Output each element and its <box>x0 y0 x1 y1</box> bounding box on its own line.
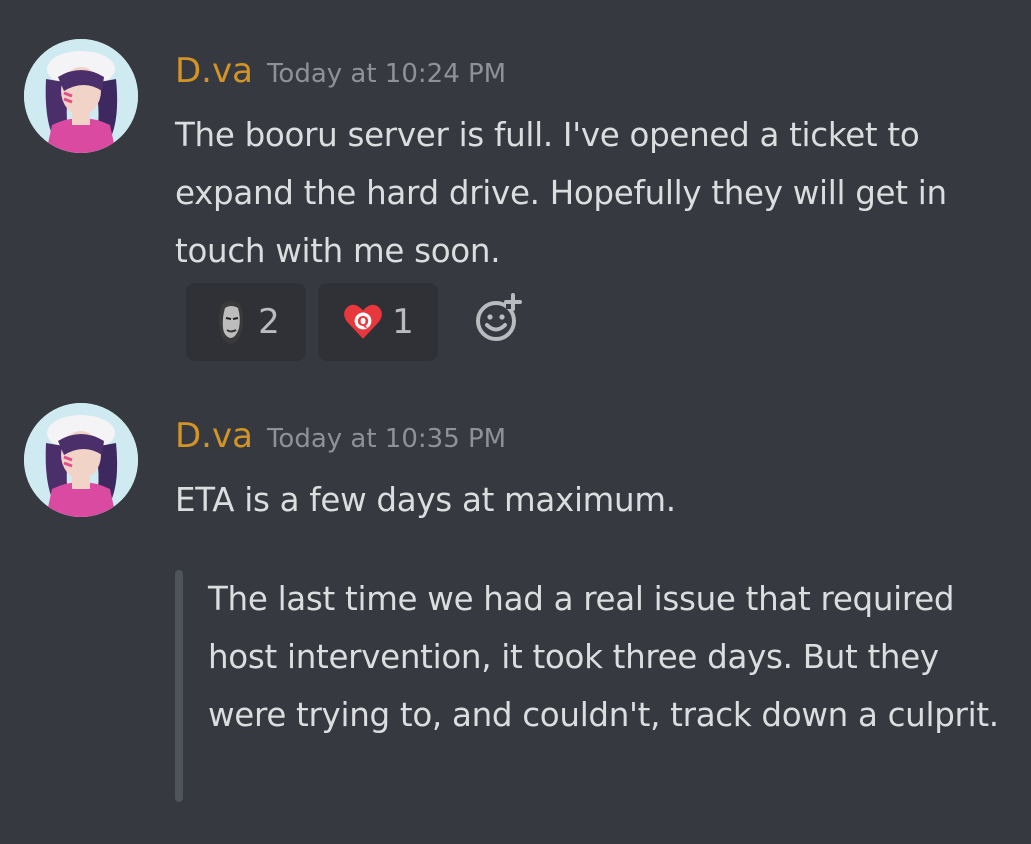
timestamp[interactable]: Today at 10:24 PM <box>267 59 506 89</box>
add-reaction-icon[interactable] <box>472 291 526 345</box>
chat-messages: D.va Today at 10:24 PM The booru server i… <box>0 0 1031 844</box>
message-header: D.va Today at 10:35 PM <box>175 416 506 456</box>
svg-text:Q: Q <box>357 314 369 330</box>
quote-bar <box>175 570 183 802</box>
reaction-heart[interactable]: Q 1 <box>318 283 438 361</box>
avatar[interactable] <box>24 39 138 153</box>
message-header: D.va Today at 10:24 PM <box>175 51 506 91</box>
username[interactable]: D.va <box>175 416 253 456</box>
reaction-gigachad[interactable]: 2 <box>186 283 306 361</box>
reaction-count: 2 <box>258 302 280 342</box>
reaction-count: 1 <box>392 302 414 342</box>
quote-text: The last time we had a real issue that r… <box>208 580 999 734</box>
red-heart-q-icon: Q <box>344 304 383 339</box>
reaction-bar: 2 Q 1 <box>186 283 526 361</box>
message-text: The booru server is full. I've opened a … <box>175 116 947 270</box>
gigachad-face-icon <box>212 298 251 346</box>
message-text: ETA is a few days at maximum. <box>175 481 676 519</box>
timestamp[interactable]: Today at 10:35 PM <box>267 424 506 454</box>
username[interactable]: D.va <box>175 51 253 91</box>
avatar[interactable] <box>24 403 138 517</box>
